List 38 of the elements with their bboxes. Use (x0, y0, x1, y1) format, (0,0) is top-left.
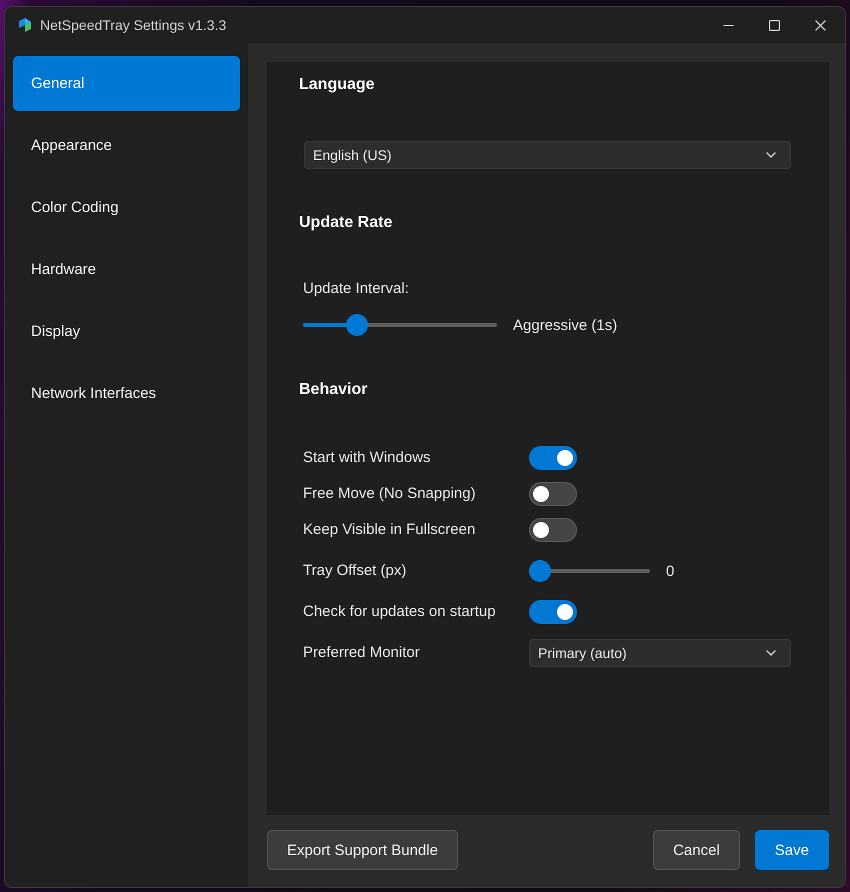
section-heading: Language (299, 75, 376, 95)
sidebar-item[interactable]: Color Coding (13, 180, 240, 235)
footer-button[interactable]: Cancel (653, 830, 740, 870)
toggle-switch[interactable] (529, 600, 577, 624)
slider[interactable] (303, 314, 497, 336)
slider[interactable] (529, 560, 650, 582)
chevron-down-icon (766, 152, 776, 158)
maximize-icon (768, 20, 780, 30)
slider-value: 0 (666, 562, 674, 580)
dropdown[interactable]: Primary (auto) (529, 639, 791, 667)
setting-label: Tray Offset (px) (303, 561, 408, 581)
sidebar-item[interactable]: Hardware (13, 242, 240, 297)
window-title: NetSpeedTray Settings v1.3.3 (40, 17, 226, 33)
close-icon (814, 20, 826, 30)
footer-button[interactable]: Save (754, 830, 829, 870)
sidebar-item[interactable]: Appearance (13, 118, 240, 173)
section-heading: Update Rate (299, 213, 394, 233)
setting-label: Preferred Monitor (303, 643, 421, 663)
setting-label: Check for updates on startup (303, 602, 497, 622)
dropdown[interactable]: English (US) (304, 141, 791, 169)
setting-label: Free Move (No Snapping) (303, 484, 477, 504)
minimize-icon (722, 24, 734, 26)
sidebar-item[interactable]: Network Interfaces (13, 366, 240, 421)
sidebar-item[interactable]: Display (13, 304, 240, 359)
setting-label: Start with Windows (303, 448, 432, 468)
footer-button[interactable]: Export Support Bundle (267, 830, 458, 870)
setting-label: Keep Visible in Fullscreen (303, 520, 476, 540)
chevron-down-icon (766, 650, 776, 656)
slider-thumb[interactable] (529, 560, 551, 582)
toggle-switch[interactable] (529, 482, 577, 506)
section-heading: Behavior (299, 380, 368, 400)
toggle-switch[interactable] (529, 518, 577, 542)
setting-label: Update Interval: (303, 279, 410, 299)
slider-value: Aggressive (1s) (513, 316, 618, 334)
sidebar-item[interactable]: General (13, 56, 240, 111)
app-logo-icon (17, 17, 33, 33)
slider-thumb[interactable] (346, 314, 368, 336)
toggle-switch[interactable] (529, 446, 577, 470)
